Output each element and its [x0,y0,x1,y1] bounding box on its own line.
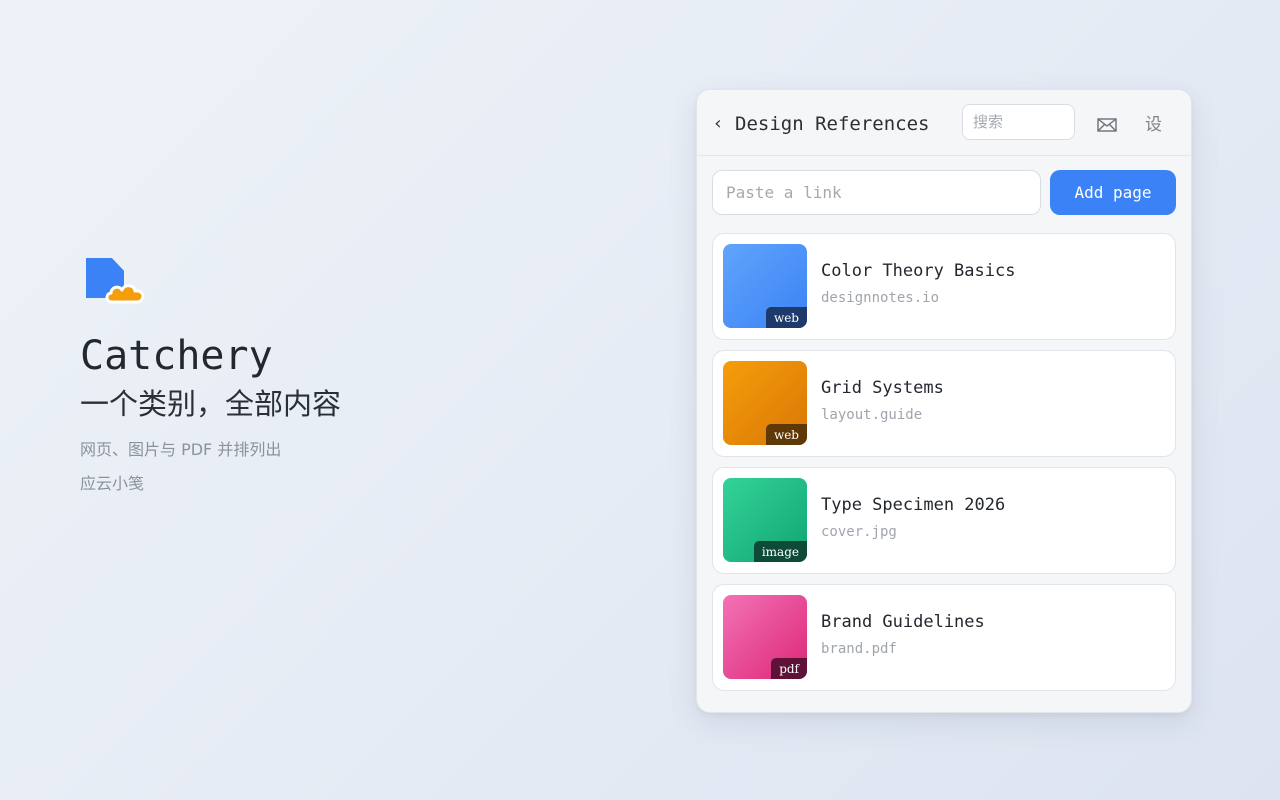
collection-panel: ‹ Design References 设 Add page web Color… [696,89,1192,713]
item-thumbnail: web [723,244,807,328]
type-badge: pdf [771,658,807,679]
list-item[interactable]: image Type Specimen 2026 cover.jpg [712,467,1176,574]
mail-button[interactable] [1096,114,1118,136]
item-thumbnail: web [723,361,807,445]
paste-link-input[interactable] [712,170,1041,215]
feature-subline: 网页、图片与 PDF 并排列出 [80,440,282,459]
tagline: 一个类别，全部内容 [80,387,342,421]
app-name: Catchery [80,333,273,379]
hero-section: Catchery 一个类别，全部内容 网页、图片与 PDF 并排列出 应云小笺 [80,256,500,494]
cloud-icon [105,284,145,304]
add-page-button[interactable]: Add page [1050,170,1176,215]
panel-header: ‹ Design References 设 [697,90,1191,156]
item-source: designnotes.io [821,290,940,306]
item-source: brand.pdf [821,641,897,657]
mail-icon [1097,118,1117,132]
list-item[interactable]: web Color Theory Basics designnotes.io [712,233,1176,340]
item-title: Grid Systems [821,378,944,398]
list-item[interactable]: web Grid Systems layout.guide [712,350,1176,457]
item-title: Color Theory Basics [821,261,1016,281]
item-source: layout.guide [821,407,923,423]
brand-subline: 应云小笺 [80,474,145,493]
item-thumbnail: image [723,478,807,562]
type-badge: web [765,424,807,445]
collection-title: Design References [735,113,930,135]
chevron-left-icon: ‹ [712,113,724,134]
type-badge: web [765,307,807,328]
list-item[interactable]: pdf Brand Guidelines brand.pdf [712,584,1176,691]
settings-button[interactable]: 设 [1145,112,1162,138]
item-source: cover.jpg [821,524,897,540]
item-thumbnail: pdf [723,595,807,679]
item-list: web Color Theory Basics designnotes.io w… [712,233,1176,701]
search-input[interactable] [962,104,1075,140]
app-logo [86,256,150,308]
type-badge: image [753,541,807,562]
item-title: Type Specimen 2026 [821,495,1006,515]
item-title: Brand Guidelines [821,612,985,632]
back-button[interactable]: ‹ [709,112,727,136]
